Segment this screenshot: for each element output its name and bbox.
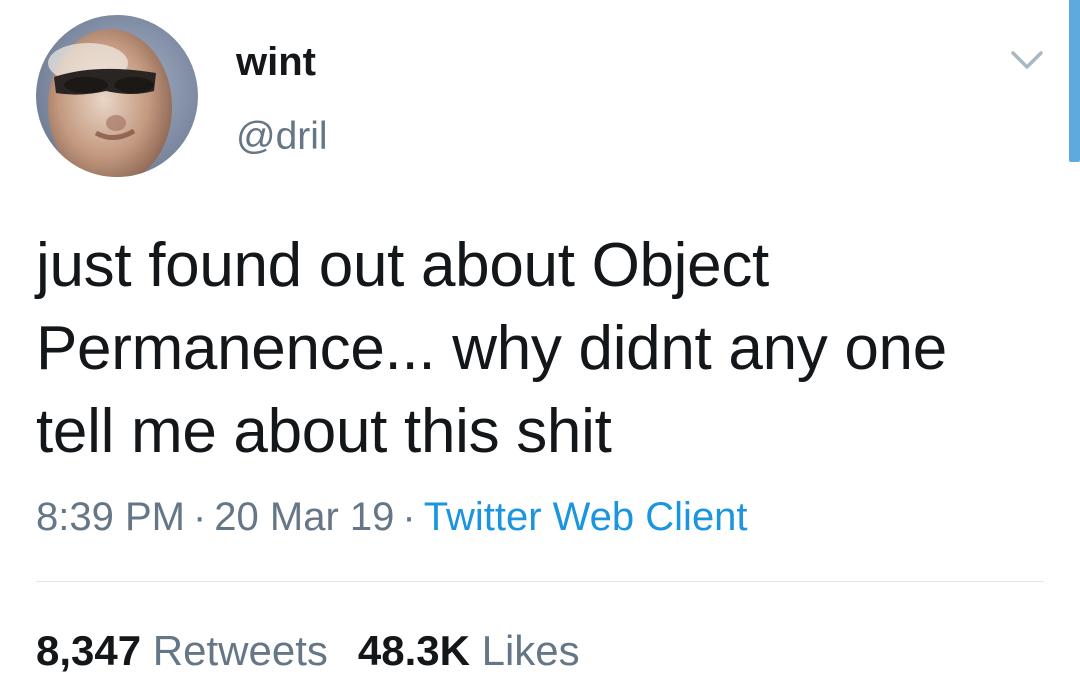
- tweet-source-link[interactable]: Twitter Web Client: [424, 495, 748, 539]
- tweet-text-line: Permanence... why didnt any one: [36, 314, 947, 383]
- separator: ·: [402, 495, 416, 539]
- tweet-metadata: 8:39 PM · 20 Mar 19 · Twitter Web Client: [36, 493, 748, 541]
- tweet-date[interactable]: 20 Mar 19: [214, 495, 394, 539]
- retweets-label: Retweets: [152, 627, 328, 674]
- tweet-text-line: just found out about Object: [36, 231, 769, 300]
- likes-label: Likes: [481, 627, 580, 674]
- tweet-card: wint @dril just found out about Object P…: [0, 0, 1080, 693]
- divider: [36, 581, 1044, 582]
- user-handle[interactable]: @dril: [236, 113, 328, 161]
- avatar-photo-icon: [36, 15, 198, 177]
- retweets-count: 8,347: [36, 627, 142, 674]
- likes-stat[interactable]: 48.3K Likes: [358, 627, 580, 675]
- avatar[interactable]: [36, 15, 198, 177]
- chevron-down-icon[interactable]: [1010, 48, 1044, 72]
- tweet-text-line: tell me about this shit: [36, 397, 612, 466]
- retweets-stat[interactable]: 8,347 Retweets: [36, 627, 328, 675]
- tweet-text: just found out about Object Permanence..…: [36, 224, 1046, 473]
- separator: ·: [192, 495, 207, 539]
- display-name[interactable]: wint: [236, 38, 316, 86]
- tweet-time[interactable]: 8:39 PM: [36, 495, 185, 539]
- scrollbar[interactable]: [1069, 0, 1080, 162]
- likes-count: 48.3K: [357, 627, 470, 674]
- tweet-stats: 8,347 Retweets 48.3K Likes: [36, 627, 580, 675]
